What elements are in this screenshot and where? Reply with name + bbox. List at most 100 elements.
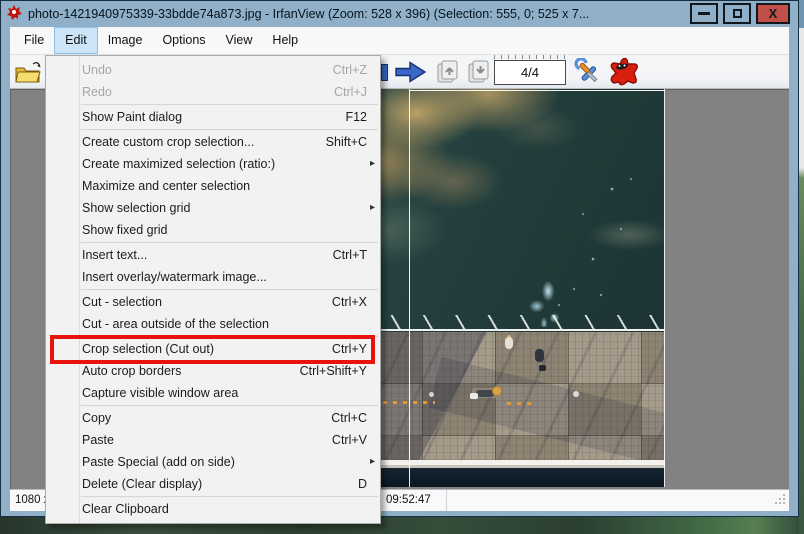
menu-options[interactable]: Options	[152, 27, 215, 54]
menu-item-shortcut: Ctrl+Y	[331, 342, 367, 356]
menu-item-shortcut: Ctrl+C	[331, 411, 367, 425]
menu-item-label: Capture visible window area	[82, 386, 239, 400]
photo-round-object-1	[573, 391, 579, 397]
menu-item-auto-crop-borders[interactable]: Auto crop borders Ctrl+Shift+Y	[46, 360, 380, 382]
menu-item-create-custom-crop-selection[interactable]: Create custom crop selection... Shift+C	[46, 131, 380, 153]
menu-item-cut-selection[interactable]: Cut - selection Ctrl+X	[46, 291, 380, 313]
settings-wrench-icon	[574, 57, 598, 83]
menu-item-label: Create maximized selection (ratio:)	[82, 157, 276, 171]
photo-railing	[369, 329, 665, 331]
photo-stroller	[539, 365, 546, 371]
submenu-arrow-icon: ▸	[369, 202, 375, 213]
next-file-button[interactable]	[394, 60, 428, 89]
status-time: 09:52:47	[381, 490, 447, 511]
about-button[interactable]	[607, 57, 639, 92]
menu-item-shortcut: D	[357, 477, 367, 491]
menu-item-shortcut: Ctrl+V	[331, 433, 367, 447]
irfanview-logo-icon[interactable]	[6, 4, 22, 25]
menu-item-shortcut: Ctrl+Z	[332, 63, 367, 77]
selection-rectangle-left[interactable]	[409, 89, 410, 487]
menu-item-label: Maximize and center selection	[82, 179, 251, 193]
page-down-button[interactable]	[466, 59, 492, 90]
prev-file-icon[interactable]	[381, 64, 388, 81]
edit-menu: Undo Ctrl+Z Redo Ctrl+J Show Paint dialog F12…	[45, 55, 381, 524]
menu-item-label: Clear Clipboard	[82, 502, 169, 516]
menu-item-label: Auto crop borders	[82, 364, 182, 378]
menu-item-show-paint-dialog[interactable]: Show Paint dialog F12	[46, 106, 380, 128]
menu-item-label: Paste Special (add on side)	[82, 455, 235, 469]
menu-item-label: Undo	[82, 63, 112, 77]
menu-item-paste[interactable]: Paste Ctrl+V	[46, 429, 380, 451]
menu-item-shortcut: Ctrl+X	[331, 295, 367, 309]
menu-edit[interactable]: Edit	[54, 27, 98, 54]
photo-sun-hat	[492, 386, 502, 396]
menu-item-capture-visible-window-area[interactable]: Capture visible window area	[46, 382, 380, 404]
menu-item-insert-overlay-watermark-image[interactable]: Insert overlay/watermark image...	[46, 266, 380, 288]
open-file-button[interactable]	[12, 57, 44, 87]
menu-item-shortcut: F12	[345, 110, 367, 124]
menubar: File Edit Image Options View Help	[10, 27, 789, 55]
menu-item-clear-clipboard[interactable]: Clear Clipboard	[46, 498, 380, 520]
page-down-icon	[468, 60, 489, 83]
menu-item-crop-selection-cut-out[interactable]: Crop selection (Cut out) Ctrl+Y	[46, 335, 380, 364]
menu-item-label: Create custom crop selection...	[82, 135, 255, 149]
window-controls: X	[690, 3, 790, 24]
menu-item-label: Show fixed grid	[82, 223, 168, 237]
menu-item-label: Copy	[82, 411, 112, 425]
titlebar[interactable]: photo-1421940975339-33bdde74a873.jpg - I…	[1, 1, 798, 27]
maximize-button[interactable]	[723, 3, 751, 24]
menu-item-label: Delete (Clear display)	[82, 477, 203, 491]
menu-item-show-fixed-grid[interactable]: Show fixed grid	[46, 219, 380, 241]
menu-item-cut-area-outside-of-the-selection[interactable]: Cut - area outside of the selection	[46, 313, 380, 335]
open-folder-icon	[15, 61, 41, 83]
menu-item-label: Insert text...	[82, 248, 148, 262]
menu-item-shortcut: Shift+C	[325, 135, 367, 149]
photo-dock-edge	[369, 460, 665, 468]
menu-item-label: Cut - selection	[82, 295, 162, 309]
menu-item-label: Redo	[82, 85, 112, 99]
irfanview-mascot-icon	[610, 57, 638, 86]
menu-item-paste-special-add-on-side[interactable]: Paste Special (add on side) ▸	[46, 451, 380, 473]
photo-railing-marks	[369, 315, 665, 330]
submenu-arrow-icon: ▸	[369, 158, 375, 169]
status-empty	[447, 490, 789, 511]
menu-item-label: Cut - area outside of the selection	[82, 317, 269, 331]
menu-file[interactable]: File	[14, 27, 54, 54]
menu-item-label: Show Paint dialog	[82, 110, 183, 124]
minimize-button[interactable]	[690, 3, 718, 24]
menu-item-label: Paste	[82, 433, 114, 447]
menu-image[interactable]: Image	[98, 27, 153, 54]
menu-item-shortcut: Ctrl+Shift+Y	[299, 364, 367, 378]
page-counter-field[interactable]: 4/4	[494, 60, 566, 85]
photo-round-object-2	[429, 392, 434, 397]
selection-rectangle-top[interactable]	[409, 90, 665, 91]
selection-rectangle-right[interactable]	[664, 89, 665, 487]
page-up-button[interactable]	[435, 59, 461, 90]
menu-item-delete-clear-display[interactable]: Delete (Clear display) D	[46, 473, 380, 495]
properties-button[interactable]	[574, 57, 604, 93]
photo-person-walking-1	[505, 337, 513, 349]
photo-image[interactable]	[369, 89, 665, 487]
menu-item-shortcut: Ctrl+T	[332, 248, 367, 262]
menu-item-create-maximized-selection-ratio[interactable]: Create maximized selection (ratio:) ▸	[46, 153, 380, 175]
photo-person-walking-2	[535, 349, 544, 362]
resize-grip-icon[interactable]	[774, 493, 786, 508]
screenshot-root: photo-1421940975339-33bdde74a873.jpg - I…	[0, 0, 804, 534]
menu-item-undo[interactable]: Undo Ctrl+Z	[46, 59, 380, 81]
menu-item-label: Crop selection (Cut out)	[82, 342, 215, 356]
menu-item-insert-text[interactable]: Insert text... Ctrl+T	[46, 244, 380, 266]
menu-item-show-selection-grid[interactable]: Show selection grid ▸	[46, 197, 380, 219]
window-title: photo-1421940975339-33bdde74a873.jpg - I…	[28, 7, 590, 21]
photo-lower-water	[369, 468, 665, 487]
menu-item-maximize-and-center-selection[interactable]: Maximize and center selection	[46, 175, 380, 197]
maximize-icon	[732, 9, 742, 18]
close-button[interactable]: X	[756, 3, 790, 24]
menu-view[interactable]: View	[216, 27, 263, 54]
counter-ruler-ticks	[494, 55, 566, 59]
menu-item-copy[interactable]: Copy Ctrl+C	[46, 407, 380, 429]
menu-item-redo[interactable]: Redo Ctrl+J	[46, 81, 380, 103]
menu-help[interactable]: Help	[262, 27, 308, 54]
menu-item-label: Show selection grid	[82, 201, 191, 215]
menu-item-label: Insert overlay/watermark image...	[82, 270, 267, 284]
page-up-icon	[437, 60, 458, 83]
